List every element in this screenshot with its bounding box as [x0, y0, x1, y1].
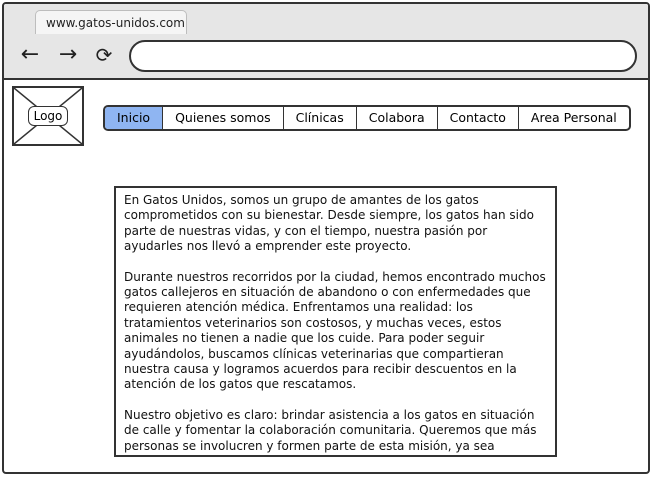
main-menu: Inicio Quienes somos Clínicas Colabora C…	[103, 105, 631, 131]
reload-icon[interactable]: ⟳	[91, 42, 117, 68]
content-paragraph-2: Durante nuestros recorridos por la ciuda…	[124, 269, 546, 392]
menu-item-colabora[interactable]: Colabora	[357, 107, 438, 129]
browser-toolbar: www.gatos-unidos.com ← → ⟳	[4, 4, 648, 80]
forward-arrow-icon[interactable]: →	[55, 42, 81, 68]
menu-item-inicio[interactable]: Inicio	[105, 107, 164, 129]
menu-item-area-personal[interactable]: Area Personal	[519, 107, 629, 129]
back-arrow-icon[interactable]: ←	[17, 42, 43, 68]
logo-label: Logo	[28, 106, 68, 126]
address-bar[interactable]	[129, 40, 637, 72]
menu-item-contacto[interactable]: Contacto	[438, 107, 519, 129]
logo-placeholder: Logo	[12, 86, 84, 146]
content-paragraph-3: Nuestro objetivo es claro: brindar asist…	[124, 407, 537, 455]
browser-window: www.gatos-unidos.com ← → ⟳ Logo Inicio Q…	[2, 2, 650, 474]
content-paragraph-1: En Gatos Unidos, somos un grupo de amant…	[124, 193, 534, 254]
menu-item-clinicas[interactable]: Clínicas	[284, 107, 357, 129]
content-text-box: En Gatos Unidos, somos un grupo de amant…	[114, 186, 557, 457]
menu-item-quienes-somos[interactable]: Quienes somos	[163, 107, 284, 129]
browser-tab[interactable]: www.gatos-unidos.com	[35, 10, 187, 34]
